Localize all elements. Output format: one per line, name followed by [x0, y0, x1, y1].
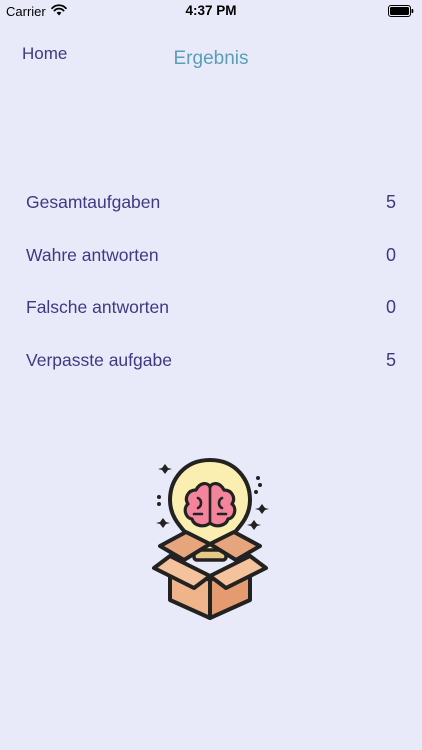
stat-row-correct: Wahre antworten 0	[26, 243, 396, 296]
stat-label-wrong: Falsche antworten	[26, 297, 169, 317]
stat-label-total: Gesamtaufgaben	[26, 192, 161, 212]
status-time: 4:37 PM	[185, 3, 237, 18]
page-title: Ergebnis	[173, 48, 249, 69]
brain-lightbulb-box-icon	[152, 458, 269, 620]
stat-row-wrong: Falsche antworten 0	[26, 295, 396, 348]
status-bar: Carrier 4:37 PM	[0, 0, 422, 22]
stat-value-total: 5	[385, 192, 396, 212]
stat-label-missed: Verpasste aufgabe	[26, 349, 172, 370]
stat-row-missed: Verpasste aufgabe 5	[26, 348, 396, 401]
stat-value-correct: 0	[385, 244, 396, 265]
battery-icon	[388, 5, 414, 17]
stat-label-correct: Wahre antworten	[26, 244, 159, 265]
stat-value-wrong: 0	[385, 297, 396, 317]
stat-row-total: Gesamtaufgaben 5	[26, 190, 396, 243]
stats-list: Gesamtaufgaben 5 Wahre antworten 0 Falsc…	[26, 190, 396, 400]
stat-value-missed: 5	[385, 349, 396, 370]
